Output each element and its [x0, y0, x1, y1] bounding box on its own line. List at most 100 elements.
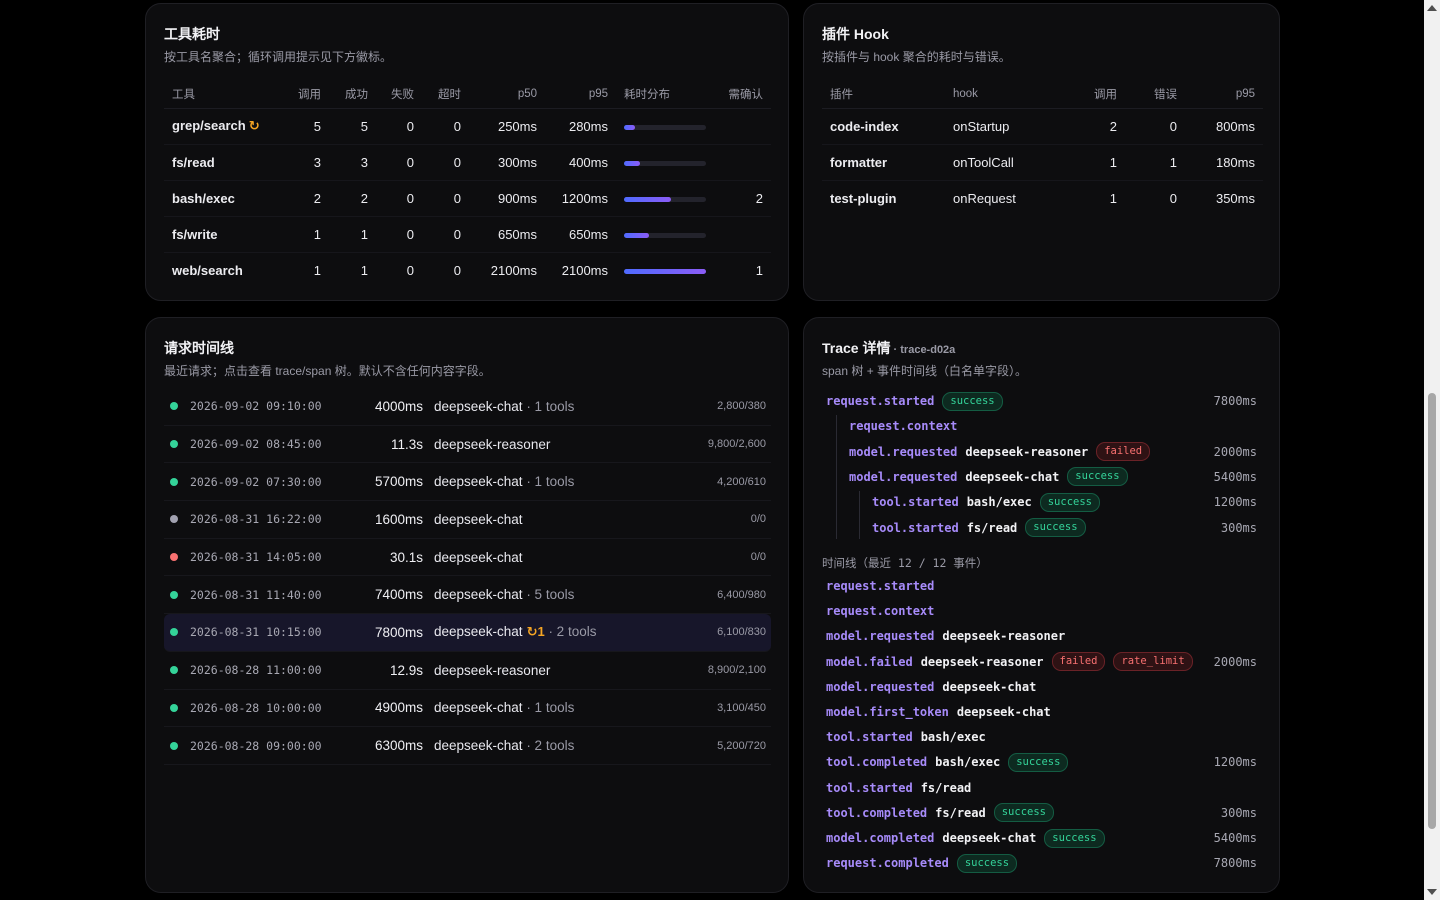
tool-name: web/search	[172, 262, 243, 278]
model-name: deepseek-chat	[434, 549, 523, 565]
cell-timeout: 0	[453, 262, 461, 278]
token-count: 3,100/450	[717, 701, 766, 714]
trace-event-row[interactable]: request.context	[849, 415, 1257, 437]
request-row[interactable]: 2026-08-31 10:15:00 7800ms deepseek-chat ↻1…	[164, 614, 771, 652]
page-scrollbar[interactable]	[1424, 0, 1440, 900]
request-model: deepseek-chat	[434, 512, 523, 527]
plugin-name: test-plugin	[830, 190, 897, 206]
request-model: deepseek-chat	[434, 550, 523, 565]
latency-bar	[624, 268, 706, 274]
table-row[interactable]: bash/exec 2 2 0 0 900ms 1200ms 2	[164, 180, 771, 217]
request-duration: 4900ms	[374, 700, 423, 716]
status-badge: success	[1044, 828, 1105, 848]
scrollbar-thumb[interactable]	[1428, 393, 1436, 829]
model-name: deepseek-chat	[434, 511, 523, 527]
latency-bar-fill	[624, 268, 706, 274]
table-row[interactable]: formatter onToolCall 1 1 180ms	[822, 144, 1263, 181]
request-row[interactable]: 2026-08-28 11:00:00 12.9s deepseek-reasone…	[164, 652, 771, 690]
model-name: deepseek-reasoner	[434, 436, 551, 452]
cell-timeout: 0	[422, 108, 469, 145]
table-row[interactable]: web/search 1 1 0 0 2100ms 2100ms 1	[164, 252, 771, 288]
trace-event-row[interactable]: model.requested deepseek-chat success 5400m…	[849, 466, 1257, 488]
scroll-up-icon[interactable]	[1427, 5, 1437, 11]
trace-event-row[interactable]: request.started	[826, 575, 1257, 597]
cell-p95: 350ms	[1215, 190, 1255, 206]
event-arg: deepseek-reasoner	[920, 654, 1044, 669]
request-row[interactable]: 2026-08-28 09:00:00 6300ms deepseek-chat ·…	[164, 727, 771, 765]
event-arg: fs/read	[935, 805, 986, 820]
table-row[interactable]: fs/write 1 1 0 0 650ms 650ms	[164, 216, 771, 253]
trace-event-row[interactable]: tool.started fs/read	[826, 777, 1257, 799]
request-time: 2026-08-31 16:22:00	[190, 512, 322, 527]
request-row[interactable]: 2026-08-31 16:22:00 1600ms deepseek-chat 0/…	[164, 501, 771, 539]
request-model: deepseek-chat · 5 tools	[434, 587, 574, 602]
model-name: deepseek-reasoner	[434, 662, 551, 678]
token-count: 6,400/980	[717, 588, 766, 601]
cell-fail: 0	[376, 216, 422, 253]
event-duration: 300ms	[1220, 805, 1257, 820]
request-row[interactable]: 2026-09-02 07:30:00 5700ms deepseek-chat ·…	[164, 463, 771, 502]
latency-bar	[624, 232, 706, 238]
request-row[interactable]: 2026-08-31 11:40:00 7400ms deepseek-chat ·…	[164, 576, 771, 615]
cell-p95: 800ms	[1185, 108, 1263, 145]
trace-event-row[interactable]: tool.started bash/exec	[826, 726, 1257, 748]
request-row[interactable]: 2026-09-02 09:10:00 4000ms deepseek-chat ·…	[164, 388, 771, 426]
event-name: model.failed	[826, 654, 913, 669]
table-row[interactable]: code-index onStartup 2 0 800ms	[822, 108, 1263, 145]
trace-event-row[interactable]: tool.completed fs/read success 300ms	[826, 802, 1257, 824]
request-time: 2026-08-31 11:40:00	[190, 587, 322, 602]
col-header: p50	[469, 80, 545, 109]
trace-event-row[interactable]: request.started success 7800ms	[826, 390, 1257, 412]
hook-name: onStartup	[945, 108, 1055, 145]
status-badge: rate_limit	[1113, 652, 1193, 672]
event-name: request.started	[826, 579, 935, 593]
cell-timeout: 0	[422, 144, 469, 181]
trace-event-row[interactable]: tool.completed bash/exec success 1200ms	[826, 751, 1257, 773]
request-duration: 12.9s	[389, 662, 423, 678]
hook-name: onRequest	[953, 190, 1016, 206]
scroll-down-icon[interactable]	[1427, 889, 1437, 895]
trace-event-row[interactable]: model.failed deepseek-reasoner failed rate_…	[826, 651, 1257, 673]
request-row[interactable]: 2026-08-31 14:05:00 30.1s deepseek-chat 0/0	[164, 539, 771, 577]
request-row[interactable]: 2026-08-28 10:00:00 4900ms deepseek-chat ·…	[164, 690, 771, 728]
loop-icon: ↻1	[526, 624, 545, 640]
tool-latency-card: 工具耗时 按工具名聚合；循环调用提示见下方徽标。 工具 调用 成功 失败 超时 …	[145, 3, 789, 301]
event-name: request.completed	[826, 856, 949, 871]
loop-icon: ↻	[248, 118, 260, 133]
cell-errors: 0	[1169, 190, 1177, 206]
request-model: deepseek-chat · 1 tools	[434, 474, 574, 489]
token-count: 6,100/830	[717, 626, 766, 639]
request-time: 2026-08-28 11:00:00	[190, 663, 322, 678]
trace-event-row[interactable]: request.completed success 7800ms	[826, 852, 1257, 874]
tool-count: · 2 tools	[522, 738, 575, 754]
request-row[interactable]: 2026-09-02 08:45:00 11.3s deepseek-reasone…	[164, 426, 771, 464]
latency-dist-cell	[616, 216, 716, 253]
event-name: request.context	[826, 604, 935, 619]
table-row[interactable]: test-plugin onRequest 1 0 350ms	[822, 180, 1263, 216]
model-name: deepseek-chat	[434, 738, 523, 754]
col-header: 需确认	[716, 80, 771, 109]
trace-event-row[interactable]: model.first_token deepseek-chat	[826, 701, 1257, 723]
model-name: deepseek-chat	[434, 700, 523, 716]
table-row[interactable]: grep/search ↻ 5 5 0 0 250ms 280ms	[164, 108, 771, 145]
trace-event-row[interactable]: model.requested deepseek-reasoner failed 20…	[849, 441, 1257, 463]
trace-event-row[interactable]: request.context	[826, 600, 1257, 622]
request-duration: 30.1s	[389, 549, 423, 565]
cell-fail: 0	[376, 108, 422, 145]
trace-event-row[interactable]: tool.started bash/exec success 1200ms	[872, 491, 1257, 513]
token-count: 0/0	[750, 551, 766, 564]
tool-count: · 2 tools	[544, 624, 597, 640]
trace-event-row[interactable]: model.requested deepseek-reasoner	[826, 625, 1257, 647]
latency-bar-fill	[624, 196, 671, 202]
trace-event-row[interactable]: model.requested deepseek-chat	[826, 676, 1257, 698]
trace-event-row[interactable]: model.completed deepseek-chat success 5400m…	[826, 827, 1257, 849]
table-row[interactable]: fs/read 3 3 0 0 300ms 400ms	[164, 144, 771, 181]
event-arg: deepseek-reasoner	[965, 444, 1089, 459]
trace-event-row[interactable]: tool.started fs/read success 300ms	[872, 517, 1257, 539]
cell-fail: 0	[376, 180, 422, 217]
cell-p50: 250ms	[469, 108, 545, 145]
cell-p95: 2100ms	[561, 262, 608, 278]
cell-ok: 1	[360, 262, 368, 278]
cell-ok: 5	[329, 108, 376, 145]
event-name: request.started	[826, 394, 935, 408]
